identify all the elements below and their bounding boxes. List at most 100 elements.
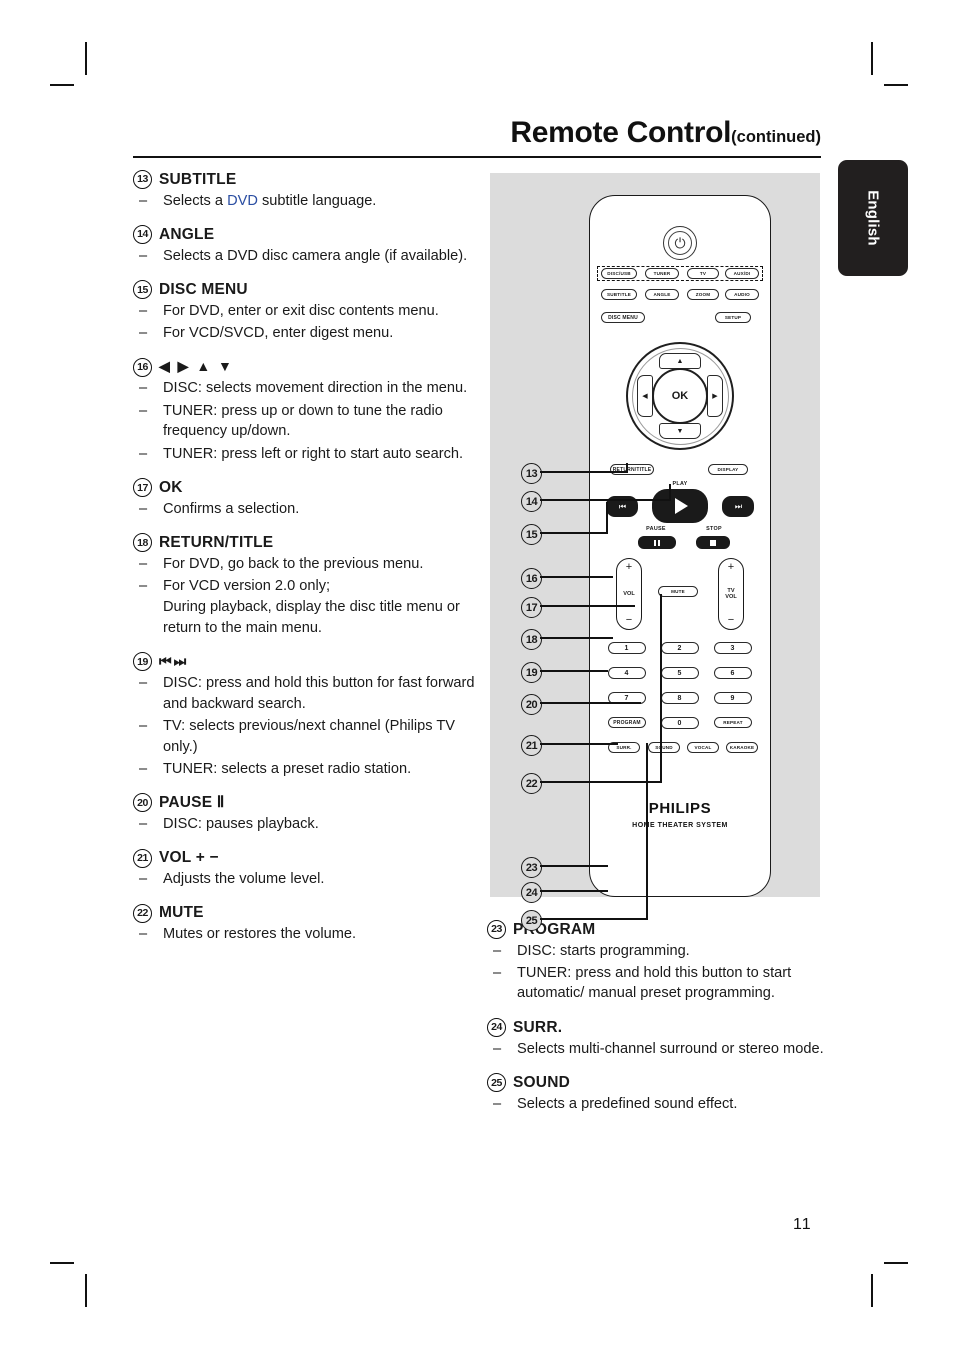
keypad-4[interactable]: 4	[608, 667, 646, 679]
navigation-ring[interactable]: ▲ ▼ ◀ ▶ OK	[626, 342, 734, 450]
leader-13	[540, 471, 628, 474]
leader-20	[540, 702, 641, 705]
leader-14	[540, 499, 671, 502]
crop-mark-bl-h	[50, 1262, 74, 1264]
entry-bullet: DISC: selects movement direction in the …	[133, 378, 478, 399]
play-triangle-icon	[675, 498, 688, 514]
entry-label: ⏮⏭	[159, 652, 189, 669]
entry-bullet-list: Adjusts the volume level.	[133, 869, 478, 890]
remote-button-disc-usb[interactable]: DISC/USB	[601, 268, 637, 279]
entry-label: ◀ ▶ ▲ ▼	[159, 358, 234, 375]
mute-button[interactable]: MUTE	[658, 586, 698, 597]
page-title: Remote Control(continued)	[133, 118, 821, 148]
manual-entry-22: 22 MUTE Mutes or restores the volume.	[133, 903, 478, 945]
nav-down-button[interactable]: ▼	[659, 423, 701, 439]
callout-14: 14	[521, 491, 542, 512]
keypad-2[interactable]: 2	[661, 642, 699, 654]
remote-button-return-title[interactable]: RETURN/TITLE	[610, 464, 654, 475]
remote-button-tuner[interactable]: TUNER	[645, 268, 679, 279]
leader-18	[540, 637, 613, 640]
remote-button-disc-menu[interactable]: DISC MENU	[601, 312, 645, 323]
remote-button-repeat[interactable]: REPEAT	[714, 717, 752, 728]
pause-caption: PAUSE	[646, 526, 666, 532]
entry-heading: 24 SURR.	[487, 1018, 837, 1038]
remote-button-aux-di[interactable]: AUX/DI	[725, 268, 759, 279]
remote-button-sound[interactable]: SOUND	[648, 742, 680, 753]
entry-bullet-list: For DVD, enter or exit disc contents men…	[133, 301, 478, 344]
stop-caption: STOP	[706, 526, 722, 532]
keypad-0[interactable]: 0	[661, 717, 699, 729]
remote-button-setup[interactable]: SETUP	[715, 312, 751, 323]
header-rule	[133, 156, 821, 159]
callout-16: 16	[521, 568, 542, 589]
power-icon[interactable]: ⏻	[668, 231, 692, 255]
remote-button-tv[interactable]: TV	[687, 268, 719, 279]
pause-bars-icon	[654, 539, 660, 546]
remote-button-karaoke[interactable]: KARAOKE	[726, 742, 758, 753]
entry-bullet: Confirms a selection.	[133, 499, 478, 520]
leader-16	[540, 576, 613, 579]
entry-bullet: For DVD, go back to the previous menu.	[133, 554, 478, 575]
tv-volume-rocker[interactable]: + TV VOL −	[718, 558, 744, 630]
tv-volume-minus[interactable]: −	[728, 615, 734, 626]
remote-button-vocal[interactable]: VOCAL	[687, 742, 719, 753]
entry-bullet: DISC: press and hold this button for fas…	[133, 673, 478, 714]
manual-entry-23: 23PROGRAMDISC: starts programming.TUNER:…	[487, 920, 837, 1004]
pause-button[interactable]	[638, 536, 676, 549]
leader-15	[540, 532, 608, 535]
remote-button-subtitle[interactable]: SUBTITLE	[601, 289, 637, 300]
entry-label: RETURN/TITLE	[159, 533, 274, 551]
manual-entry-25: 25 SOUND Selects a predefined sound effect…	[487, 1073, 837, 1114]
leader-25	[540, 918, 648, 921]
nav-left-button[interactable]: ◀	[637, 375, 653, 417]
entry-bullet-list: Selects a predefined sound effect.	[487, 1094, 837, 1115]
entry-bullet-list: Selects a DVD subtitle language.	[133, 191, 478, 212]
manual-page: Remote Control(continued) English 13 SUBT…	[0, 0, 954, 1347]
entry-label: MUTE	[159, 904, 204, 922]
entry-label: OK	[159, 478, 183, 496]
tv-volume-label: TV VOL	[725, 587, 737, 600]
keypad-8[interactable]: 8	[661, 692, 699, 704]
keypad-5[interactable]: 5	[661, 667, 699, 679]
keypad-1[interactable]: 1	[608, 642, 646, 654]
play-button[interactable]	[652, 489, 708, 523]
entry-number-badge: 15	[133, 280, 152, 300]
nav-up-button[interactable]: ▲	[659, 353, 701, 369]
page-header: Remote Control(continued)	[133, 118, 821, 148]
crop-mark-br-v	[871, 1274, 873, 1307]
volume-plus[interactable]: +	[626, 562, 632, 573]
entry-bullet-list: Confirms a selection.	[133, 499, 478, 520]
keypad-9[interactable]: 9	[714, 692, 752, 704]
entry-number-badge: 25	[487, 1073, 506, 1093]
manual-entry-17: 17 OK Confirms a selection.	[133, 478, 478, 519]
left-column: 13 SUBTITLE Selects a DVD subtitle languag…	[133, 170, 478, 959]
keypad-3[interactable]: 3	[714, 642, 752, 654]
remote-button-audio[interactable]: AUDIO	[725, 289, 759, 300]
remote-button-display[interactable]: DISPLAY	[708, 464, 748, 475]
ok-button[interactable]: OK	[652, 368, 708, 424]
stop-square-icon	[710, 539, 716, 546]
crop-mark-tl-h	[50, 84, 74, 86]
tv-volume-plus[interactable]: +	[728, 562, 734, 573]
entry-number-badge: 22	[133, 903, 152, 923]
entry-heading: 18 RETURN/TITLE	[133, 533, 478, 553]
remote-button-program[interactable]: PROGRAM	[608, 717, 646, 728]
entry-label: SURR.	[513, 1018, 563, 1036]
next-track-button[interactable]: ⏭	[722, 496, 754, 517]
volume-minus[interactable]: −	[626, 614, 632, 626]
stop-button[interactable]	[696, 536, 730, 549]
leader-19	[540, 670, 608, 673]
nav-right-button[interactable]: ▶	[707, 375, 723, 417]
entry-bullet: DISC: pauses playback.	[133, 814, 478, 835]
entry-label: ANGLE	[159, 225, 215, 243]
remote-button-zoom[interactable]: ZOOM	[687, 289, 719, 300]
manual-entry-20: 20 PAUSE Ⅱ DISC: pauses playback.	[133, 793, 478, 834]
entry-number-badge: 19	[133, 652, 152, 672]
remote-button-angle[interactable]: ANGLE	[645, 289, 679, 300]
entry-heading: 22 MUTE	[133, 903, 478, 923]
keypad-6[interactable]: 6	[714, 667, 752, 679]
entry-bullet: TV: selects previous/next channel (Phili…	[133, 716, 478, 757]
volume-rocker[interactable]: + VOL −	[616, 558, 642, 630]
entry-number-badge: 16	[133, 357, 152, 377]
leader-15-v	[606, 502, 609, 534]
